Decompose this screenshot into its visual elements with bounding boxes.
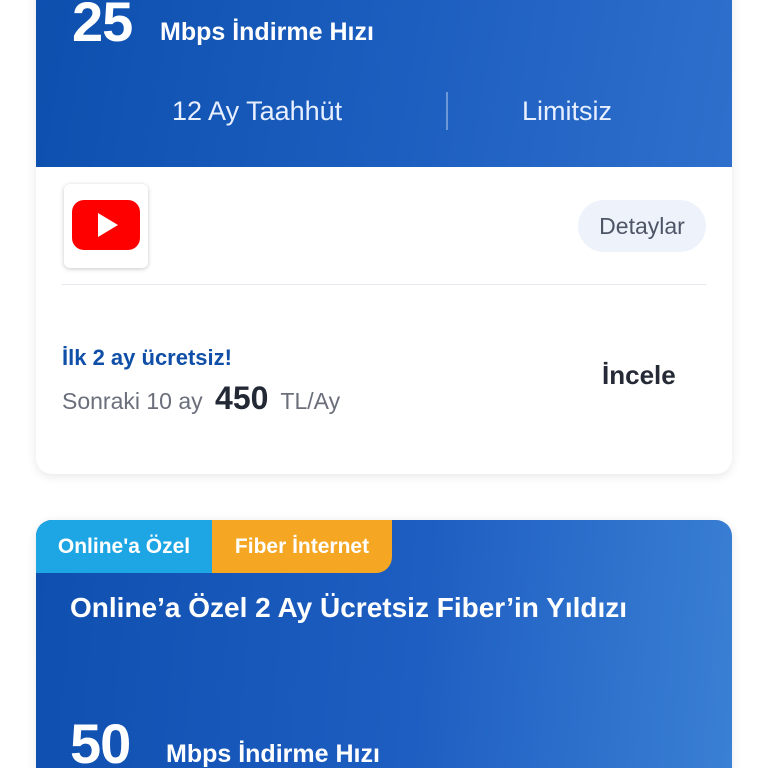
commitment-label: 12 Ay Taahhüt bbox=[172, 96, 343, 126]
quota-label: Limitsiz bbox=[522, 96, 613, 126]
app-icon-box bbox=[64, 184, 148, 268]
price-prefix: Sonraki 10 ay bbox=[62, 388, 203, 414]
promo-text: İlk 2 ay ücretsiz! bbox=[62, 345, 232, 370]
tariff-title: Online’a Özel 2 Ay Ücretsiz Fiber’in Yıl… bbox=[70, 592, 628, 623]
feature-divider bbox=[446, 92, 448, 130]
speed-value: 50 bbox=[70, 712, 131, 768]
youtube-icon bbox=[72, 200, 140, 250]
price-amount: 450 bbox=[215, 380, 269, 416]
tag-online-exclusive: Online'a Özel bbox=[36, 520, 212, 573]
tariff-card: Online'a Özel Fiber İnternet Online’a Öz… bbox=[36, 520, 732, 768]
tariff-card: 25 Mbps İndirme Hızı 12 Ay Taahhüt Limit… bbox=[36, 0, 732, 474]
tag-fiber-internet: Fiber İnternet bbox=[212, 520, 392, 573]
speed-unit: Mbps İndirme Hızı bbox=[160, 18, 374, 46]
play-icon bbox=[98, 213, 118, 237]
tariff-hero: 25 Mbps İndirme Hızı 12 Ay Taahhüt Limit… bbox=[36, 0, 732, 167]
price-line: Sonraki 10 ay 450 TL/Ay bbox=[62, 380, 340, 417]
review-button[interactable]: İncele bbox=[602, 360, 676, 391]
section-divider bbox=[62, 284, 706, 285]
tariff-hero: Online'a Özel Fiber İnternet Online’a Öz… bbox=[36, 520, 732, 768]
speed-unit: Mbps İndirme Hızı bbox=[166, 740, 380, 768]
details-button[interactable]: Detaylar bbox=[578, 200, 706, 252]
price-suffix: TL/Ay bbox=[280, 388, 341, 414]
speed-value: 25 bbox=[72, 0, 133, 53]
